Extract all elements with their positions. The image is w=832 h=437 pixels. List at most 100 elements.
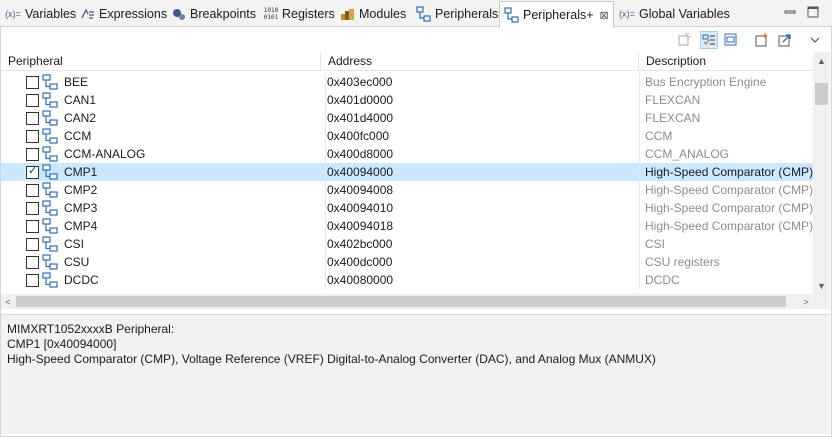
peripheral-address: 0x40094010 [325, 199, 639, 217]
scroll-down-icon[interactable]: ▼ [813, 277, 830, 294]
tab-label: Peripherals [435, 6, 499, 21]
peripheral-address: 0x40080000 [325, 271, 639, 289]
details-device-line: MIMXRT1052xxxxB Peripheral: [7, 322, 175, 336]
peripheral-name: CMP4 [64, 219, 98, 233]
peripheral-icon [42, 236, 58, 252]
peripheral-address: 0x40094018 [325, 217, 639, 235]
row-checkbox[interactable]: ✓ [26, 165, 39, 179]
row-checkbox[interactable] [26, 238, 39, 251]
row-checkbox[interactable] [26, 274, 39, 287]
peripheral-icon [42, 74, 58, 90]
peripheral-name: DCDC [64, 273, 99, 287]
table-row[interactable]: CCM-ANALOG 0x400d8000 CCM_ANALOG [1, 145, 813, 163]
column-header-peripheral[interactable]: Peripheral [1, 52, 321, 71]
peripheral-address: 0x400dc000 [325, 253, 639, 271]
table-row[interactable]: ✓ CMP1 0x40094000 High-Speed Comparator (CM… [1, 163, 813, 181]
peripheral-icon [42, 182, 58, 198]
peripherals-table: Peripheral Address Description BEE 0x403e… [1, 52, 813, 294]
peripheral-name: CMP2 [64, 183, 98, 197]
row-checkbox[interactable] [26, 220, 39, 233]
tab-peripherals-plus[interactable]: Peripherals+ ⊠ [499, 1, 614, 28]
table-row[interactable]: BEE 0x403ec000 Bus Encryption Engine [1, 73, 813, 91]
peripheral-icon [42, 200, 58, 216]
minimize-view-icon[interactable] [783, 5, 797, 19]
tab-peripherals[interactable]: Peripherals [416, 2, 498, 25]
tab-label: Variables [25, 6, 77, 21]
scrollbar-corner [813, 294, 830, 309]
row-checkbox[interactable] [26, 94, 39, 107]
checkmark-icon: ✓ [28, 165, 38, 177]
peripheral-address: 0x400fc000 [325, 127, 639, 145]
vertical-scrollbar[interactable]: ▲ ▼ [813, 52, 830, 294]
horizontal-scroll-thumb[interactable] [16, 296, 786, 307]
registers-icon-top: 1010 [263, 6, 279, 14]
column-header-description[interactable]: Description [639, 52, 813, 71]
column-header-address[interactable]: Address [321, 52, 639, 71]
collapse-all-icon[interactable] [722, 31, 740, 49]
table-row[interactable]: CAN1 0x401d0000 FLEXCAN [1, 91, 813, 109]
view-menu-icon[interactable] [806, 31, 824, 49]
peripheral-name: CAN1 [64, 93, 97, 107]
view-tab-bar: (x)= Variables Expressions Breakpoints 1… [0, 0, 832, 28]
scroll-left-icon[interactable]: < [1, 294, 15, 309]
details-description-line: High-Speed Comparator (CMP), Voltage Ref… [7, 352, 656, 366]
peripheral-address: 0x402bc000 [325, 235, 639, 253]
peripheral-description: CCM_ANALOG [639, 145, 813, 163]
scroll-right-icon[interactable]: > [799, 294, 813, 309]
table-row[interactable]: CSU 0x400dc000 CSU registers [1, 253, 813, 271]
table-row[interactable]: CSI 0x402bc000 CSI [1, 235, 813, 253]
table-row[interactable]: CAN2 0x401d4000 FLEXCAN [1, 109, 813, 127]
peripheral-name: CCM-ANALOG [64, 147, 146, 161]
row-checkbox[interactable] [26, 202, 39, 215]
view-toolbar [0, 28, 832, 52]
row-checkbox[interactable] [26, 148, 39, 161]
tab-variables[interactable]: (x)= Variables [4, 2, 76, 25]
vertical-scroll-thumb[interactable] [815, 83, 828, 105]
peripheral-icon [42, 110, 58, 126]
horizontal-scrollbar[interactable]: < > [1, 294, 813, 309]
registers-icon: 1010 0101 [263, 6, 279, 22]
close-tab-icon[interactable]: ⊠ [600, 9, 609, 22]
table-row[interactable]: CCM 0x400fc000 CCM [1, 127, 813, 145]
tab-label: Peripherals+ [523, 8, 594, 22]
export-icon[interactable] [776, 31, 794, 49]
peripheral-icon [42, 128, 58, 144]
collapse-disabled-icon[interactable] [676, 31, 694, 49]
row-checkbox[interactable] [26, 130, 39, 143]
table-row[interactable]: CMP4 0x40094018 High-Speed Comparator (CMP… [1, 217, 813, 235]
scroll-up-icon[interactable]: ▲ [813, 52, 830, 69]
peripheral-icon [42, 218, 58, 234]
new-window-icon[interactable] [753, 31, 771, 49]
peripheral-description: CSI [639, 235, 813, 253]
row-checkbox[interactable] [26, 184, 39, 197]
peripheral-name: CMP3 [64, 201, 98, 215]
table-row[interactable]: DCDC 0x40080000 DCDC [1, 271, 813, 289]
peripheral-description: CCM [639, 127, 813, 145]
tab-registers[interactable]: 1010 0101 Registers [263, 2, 335, 25]
peripheral-icon [42, 164, 58, 180]
peripheral-name: CAN2 [64, 111, 97, 125]
peripheral-address: 0x40094008 [325, 181, 639, 199]
details-peripheral-line: CMP1 [0x40094000] [7, 337, 117, 351]
tab-modules[interactable]: Modules [340, 2, 406, 25]
row-checkbox[interactable] [26, 256, 39, 269]
global-variables-icon: (x)= [619, 8, 635, 19]
peripheral-description: FLEXCAN [639, 109, 813, 127]
peripheral-description: High-Speed Comparator (CMP), [639, 217, 813, 235]
table-row[interactable]: CMP2 0x40094008 High-Speed Comparator (CMP… [1, 181, 813, 199]
peripheral-description: High-Speed Comparator (CMP), [639, 199, 813, 217]
tab-global-variables[interactable]: (x)= Global Variables [618, 2, 730, 25]
maximize-view-icon[interactable] [806, 5, 820, 19]
tab-breakpoints[interactable]: Breakpoints [171, 2, 256, 25]
peripheral-description: FLEXCAN [639, 91, 813, 109]
row-checkbox[interactable] [26, 76, 39, 89]
table-row[interactable]: CMP3 0x40094010 High-Speed Comparator (CMP… [1, 199, 813, 217]
tab-label: Modules [359, 6, 407, 21]
tab-expressions[interactable]: Expressions [80, 2, 167, 25]
peripheral-name: BEE [64, 75, 89, 89]
peripheral-icon [42, 146, 58, 162]
peripheral-description: High-Speed Comparator (CMP), [639, 163, 813, 181]
filter-icon[interactable] [700, 31, 718, 49]
row-checkbox[interactable] [26, 112, 39, 125]
peripheral-name: CSI [64, 237, 85, 251]
